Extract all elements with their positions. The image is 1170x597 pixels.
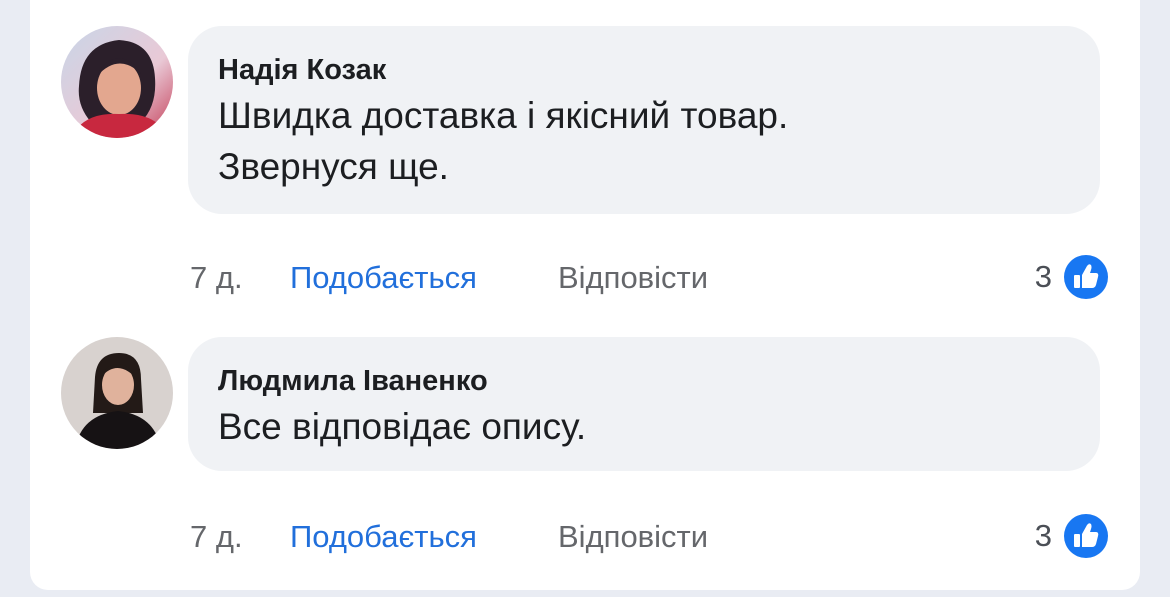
comment-text: Все відповідає опису. <box>218 401 1070 452</box>
comment-text-line: Все відповідає опису. <box>218 406 587 447</box>
like-button[interactable]: Подобається <box>290 517 477 557</box>
thumbs-up-icon <box>1062 253 1110 301</box>
thumbs-up-icon <box>1062 512 1110 560</box>
reaction-summary[interactable]: 3 <box>990 512 1110 560</box>
like-button[interactable]: Подобається <box>290 258 477 298</box>
reaction-count: 3 <box>1034 259 1052 294</box>
comment-timestamp[interactable]: 7 д. <box>190 517 243 557</box>
comment-text-line: Швидка доставка і якісний товар. <box>218 95 789 136</box>
comment-timestamp[interactable]: 7 д. <box>190 258 243 298</box>
comment-bubble: Надія Козак Швидка доставка і якісний то… <box>188 26 1100 214</box>
reply-button[interactable]: Відповісти <box>558 517 708 557</box>
avatar[interactable] <box>61 337 173 449</box>
reaction-count: 3 <box>1034 518 1052 553</box>
reply-button[interactable]: Відповісти <box>558 258 708 298</box>
comment-bubble: Людмила Іваненко Все відповідає опису. <box>188 337 1100 471</box>
comment-text: Швидка доставка і якісний товар. Звернус… <box>218 90 1070 192</box>
comment-text-line: Звернуся ще. <box>218 146 449 187</box>
reaction-summary[interactable]: 3 <box>990 253 1110 301</box>
comments-panel: Надія Козак Швидка доставка і якісний то… <box>30 0 1140 590</box>
comment-author[interactable]: Надія Козак <box>218 52 1070 88</box>
avatar[interactable] <box>61 26 173 138</box>
comment-author[interactable]: Людмила Іваненко <box>218 363 1070 399</box>
